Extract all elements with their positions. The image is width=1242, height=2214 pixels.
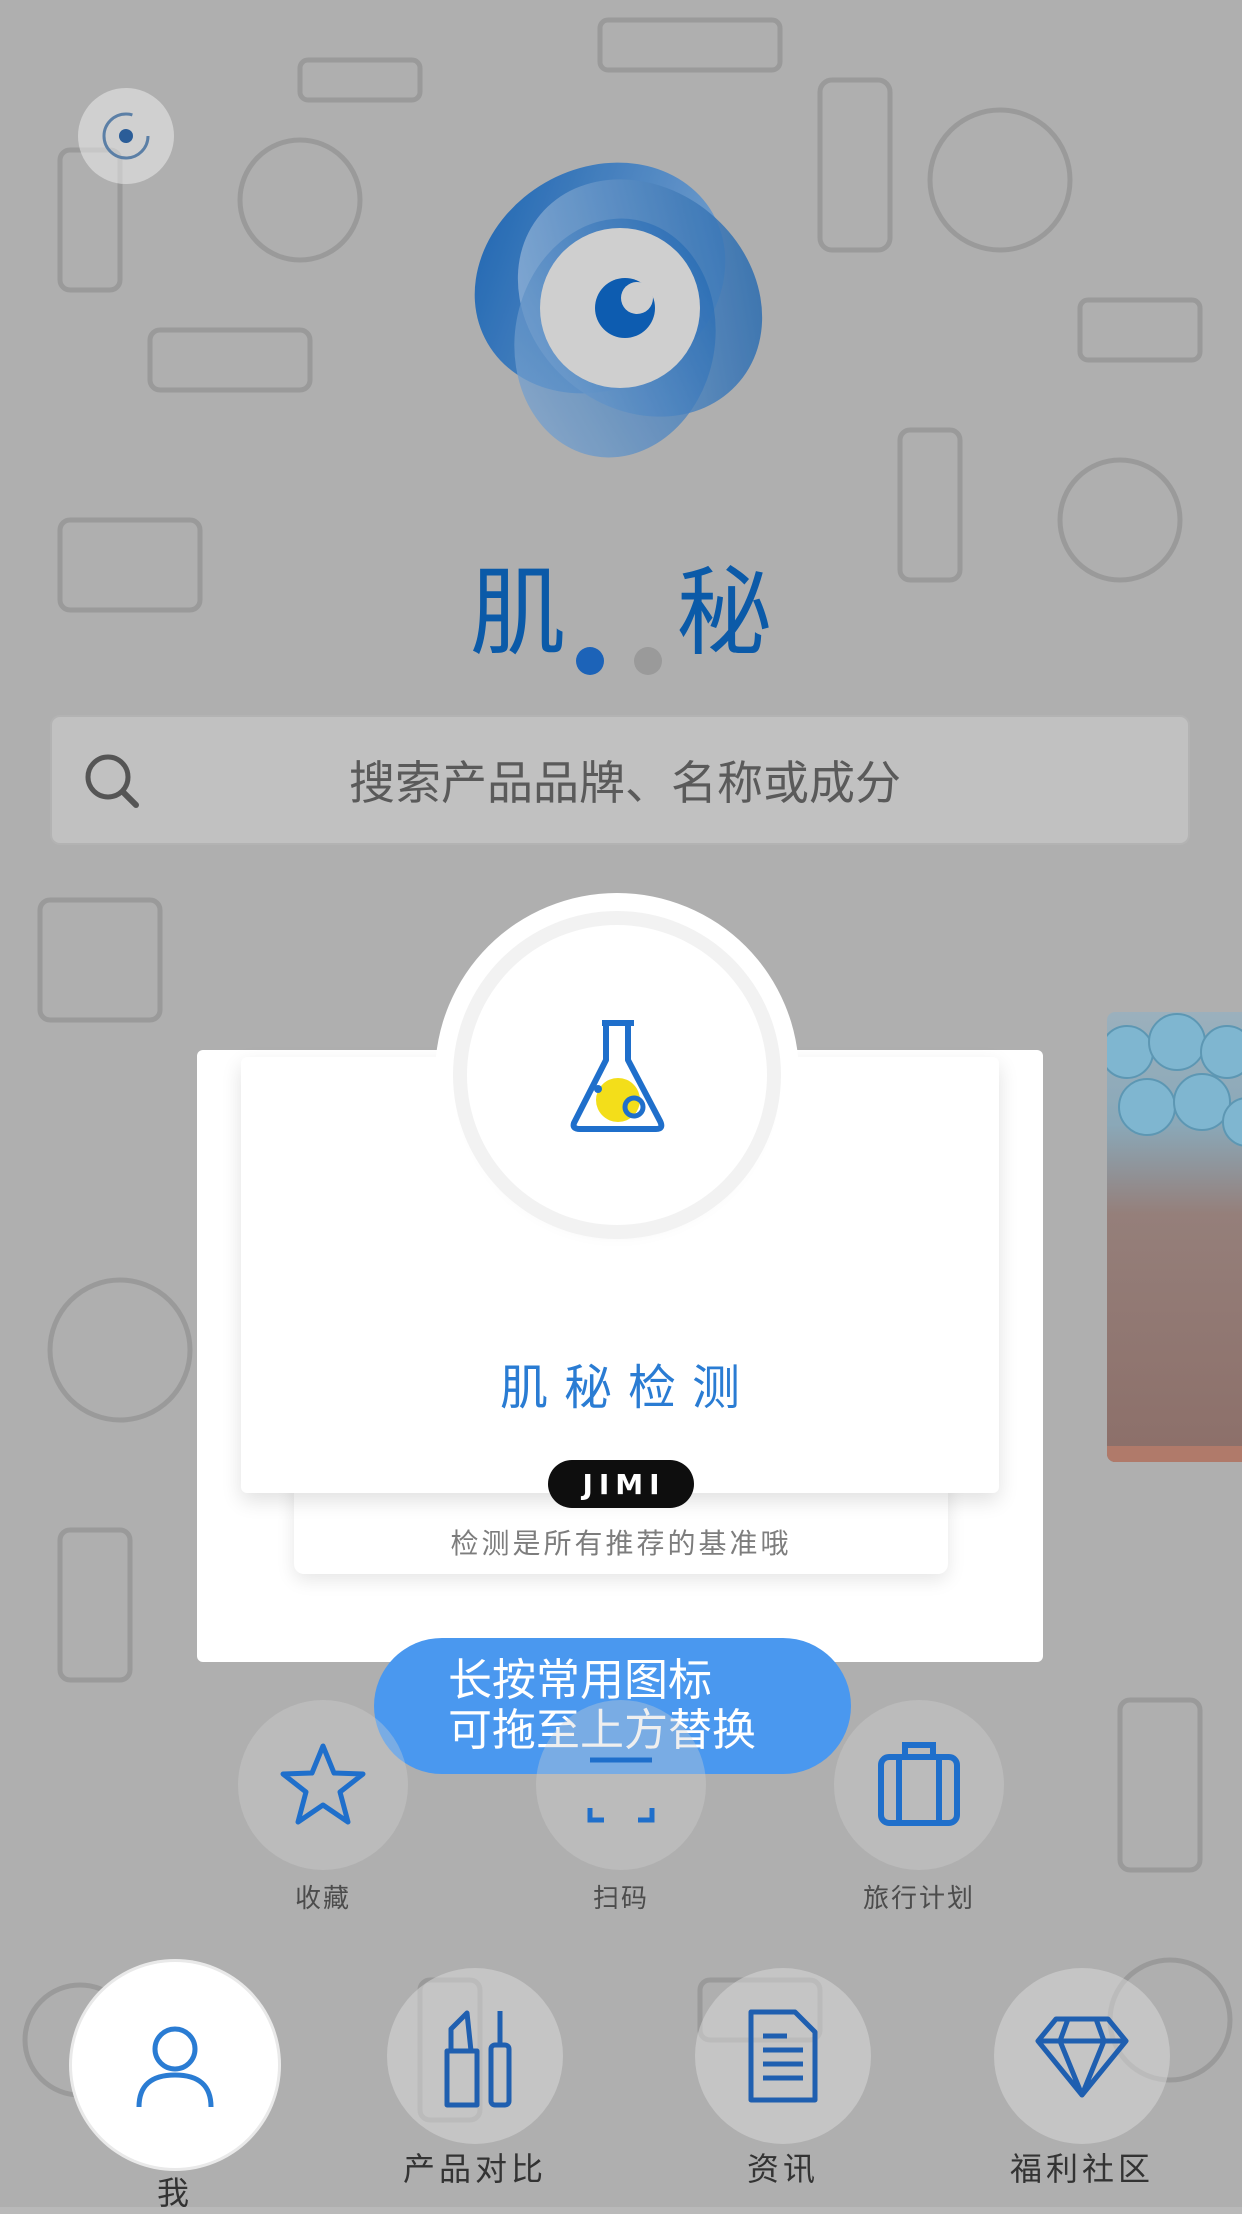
quick-action-circle <box>536 1700 706 1870</box>
nav-news[interactable]: 资讯 <box>693 1968 873 2190</box>
nav-label: 资讯 <box>746 2150 819 2188</box>
next-card-preview[interactable] <box>1107 1012 1242 1462</box>
diamond-icon <box>1035 2016 1129 2098</box>
suitcase-icon <box>878 1742 960 1826</box>
refresh-button[interactable] <box>78 88 174 184</box>
quick-action-circle <box>238 1700 408 1870</box>
quick-action-circle <box>834 1700 1004 1870</box>
card-tagline: 检测是所有推荐的基准哦 <box>450 1527 792 1560</box>
quick-action-label: 扫码 <box>592 1884 649 1914</box>
user-icon <box>136 2026 214 2108</box>
quick-action-label: 收藏 <box>294 1884 351 1914</box>
star-icon <box>280 1743 366 1825</box>
nav-label: 我 <box>156 2174 193 2212</box>
search-bar[interactable]: 搜索产品品牌、名称或成分 <box>50 715 1190 845</box>
nav-circle <box>994 1968 1170 2144</box>
page-dot-active[interactable] <box>576 647 604 675</box>
card-title: 肌秘检测 <box>499 1360 756 1416</box>
search-placeholder: 搜索产品品牌、名称或成分 <box>349 756 901 810</box>
balloons-image <box>1107 1013 1242 1147</box>
nav-label: 福利社区 <box>1009 2150 1154 2188</box>
nav-label: 产品对比 <box>402 2150 547 2188</box>
nav-product-compare[interactable]: 产品对比 <box>385 1968 565 2190</box>
quick-action-scan[interactable]: 扫码 <box>536 1700 706 1915</box>
lipstick-icon <box>444 2010 512 2108</box>
quick-action-travel-plan[interactable]: 旅行计划 <box>834 1700 1004 1915</box>
quick-action-label: 旅行计划 <box>862 1884 975 1914</box>
nav-me[interactable]: 我 <box>72 1962 278 2214</box>
page-indicator <box>576 647 662 675</box>
nav-circle <box>387 1968 563 2144</box>
nav-circle-active <box>72 1962 278 2168</box>
tooltip-line-1: 长按常用图标 <box>448 1655 712 1706</box>
page-dot[interactable] <box>634 647 662 675</box>
flask-icon <box>570 1020 665 1132</box>
quick-action-favorites[interactable]: 收藏 <box>238 1700 408 1915</box>
brand-badge: JIMI <box>548 1460 694 1508</box>
scan-icon <box>587 1757 655 1823</box>
document-icon <box>748 2009 818 2103</box>
app-logo <box>474 162 763 458</box>
card-icon-circle[interactable] <box>467 925 767 1225</box>
nav-circle <box>695 1968 871 2144</box>
card-bottom-stripe <box>1107 1446 1242 1462</box>
refresh-icon <box>102 112 150 160</box>
nav-welfare-community[interactable]: 福利社区 <box>992 1968 1172 2190</box>
